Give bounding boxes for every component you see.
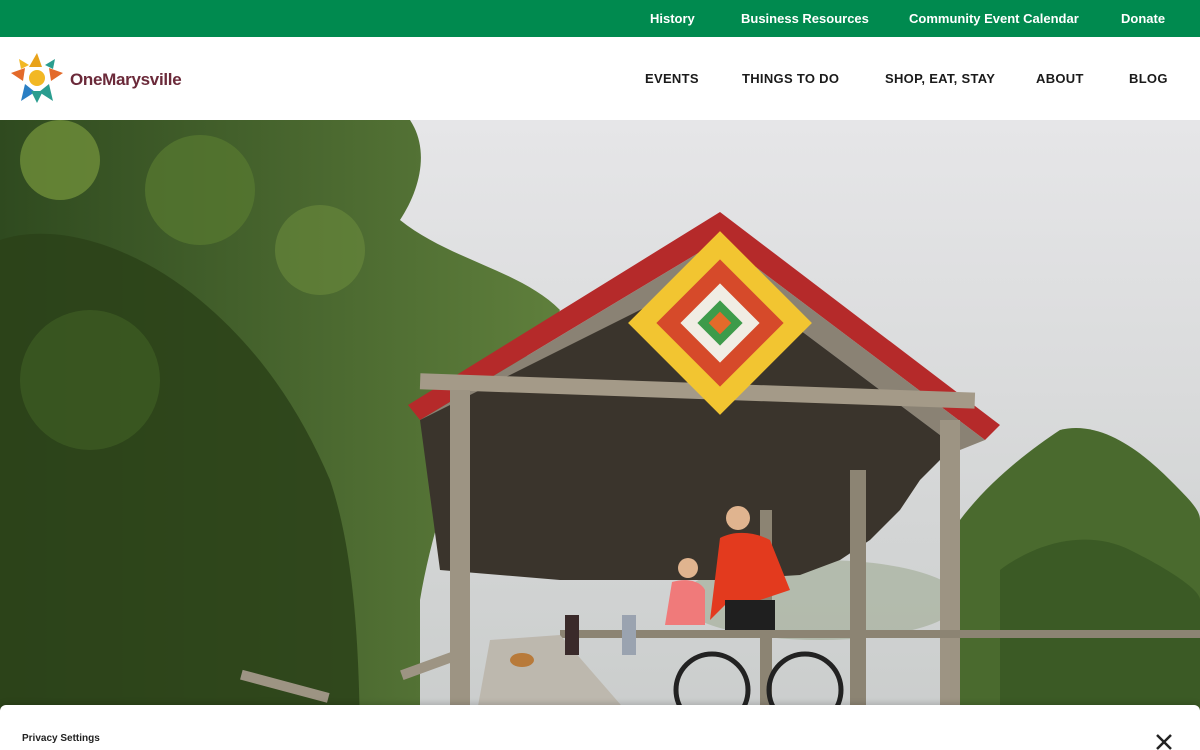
nav-shop-eat-stay[interactable]: SHOP, EAT, STAY xyxy=(885,71,995,86)
topbar-link-donate[interactable]: Donate xyxy=(1121,11,1165,26)
hero-photo xyxy=(0,120,1200,750)
logo-star-icon xyxy=(11,53,63,103)
nav-blog[interactable]: BLOG xyxy=(1129,71,1168,86)
site-logo[interactable]: OneMarysville xyxy=(9,51,189,105)
nav-about[interactable]: ABOUT xyxy=(1036,71,1084,86)
close-button[interactable] xyxy=(1153,731,1175,750)
privacy-settings-bar: Privacy Settings xyxy=(0,705,1200,750)
hero-image xyxy=(0,120,1200,750)
nav-events[interactable]: EVENTS xyxy=(645,71,699,86)
topbar-link-community-event-calendar[interactable]: Community Event Calendar xyxy=(909,11,1079,26)
privacy-settings-label[interactable]: Privacy Settings xyxy=(22,733,100,744)
logo-wordmark: OneMarysville xyxy=(70,70,182,89)
site-header: OneMarysville EVENTS THINGS TO DO SHOP, … xyxy=(0,37,1200,120)
utility-bar: History Business Resources Community Eve… xyxy=(0,0,1200,37)
close-icon xyxy=(1156,734,1172,750)
nav-things-to-do[interactable]: THINGS TO DO xyxy=(742,71,839,86)
topbar-link-business-resources[interactable]: Business Resources xyxy=(741,11,869,26)
topbar-link-history[interactable]: History xyxy=(650,11,695,26)
